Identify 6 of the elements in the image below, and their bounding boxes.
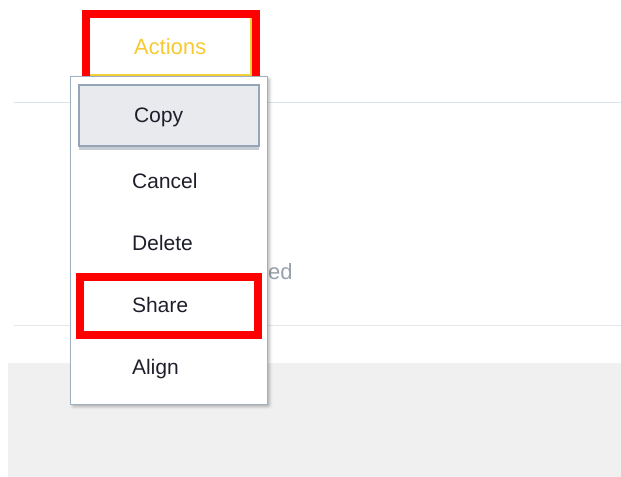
- menu-item[interactable]: Align: [78, 337, 260, 399]
- background-text: ed: [268, 259, 292, 284]
- menu-item[interactable]: Copy: [78, 84, 260, 147]
- menu-item[interactable]: Cancel: [78, 151, 260, 213]
- menu-item[interactable]: Share: [78, 275, 260, 337]
- menu-item[interactable]: Delete: [78, 213, 260, 275]
